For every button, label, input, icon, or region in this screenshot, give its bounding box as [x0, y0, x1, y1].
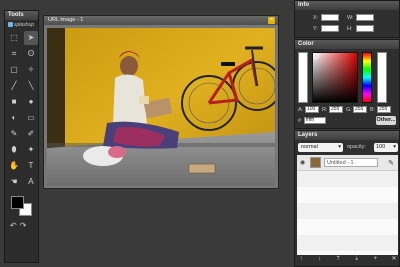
add-layer-icon[interactable]: +	[371, 255, 379, 263]
layer-list: ◉ Untitled - 1 ✎	[297, 155, 398, 255]
sharpen-icon[interactable]: T	[24, 159, 38, 173]
red-label: R:	[322, 107, 328, 113]
saturation-value-picker[interactable]	[312, 52, 358, 103]
brush-icon[interactable]: ◐	[7, 111, 21, 125]
picker-cursor-icon	[313, 53, 319, 59]
color-panel: Color A: 100 R: 255 G: 255 B: 255 # ffff…	[294, 39, 400, 129]
dropper-icon[interactable]: ✎	[7, 127, 21, 141]
layer-name-field[interactable]: Untitled - 1	[324, 158, 378, 167]
alpha-preview[interactable]	[377, 52, 387, 103]
h-label: H:	[347, 26, 353, 32]
brush-icon: ✎	[388, 160, 394, 167]
alpha-label: A:	[298, 107, 304, 113]
line-icon[interactable]: ╲	[24, 79, 38, 93]
green-label: G:	[346, 107, 352, 113]
foreground-color-swatch[interactable]	[11, 196, 24, 209]
smudge-icon[interactable]: ✋	[7, 159, 21, 173]
image-canvas[interactable]	[47, 28, 275, 186]
lasso-icon[interactable]: ʘ	[24, 47, 38, 61]
blue-label: B:	[370, 107, 376, 113]
layer-row[interactable]: ◉ Untitled - 1 ✎	[297, 155, 398, 171]
blur-icon[interactable]: ✦	[24, 143, 38, 157]
chevron-down-icon: ▾	[338, 144, 341, 150]
undo-icon[interactable]: ↶	[10, 221, 17, 230]
image-window-titlebar[interactable]: URL image - 1 ×	[44, 16, 278, 25]
move-layer-up-icon[interactable]: ↑	[297, 255, 305, 263]
move-icon[interactable]: ➤	[24, 31, 38, 45]
layer-top-icon[interactable]: ⇡	[334, 255, 342, 263]
x-label: X:	[313, 15, 319, 21]
delete-layer-icon[interactable]: ✕	[390, 255, 398, 263]
opacity-value: 100	[376, 144, 386, 150]
current-color-preview	[298, 52, 308, 103]
hex-label: #	[298, 118, 302, 124]
color-swatches	[7, 194, 36, 218]
crop-icon[interactable]: ⌗	[7, 47, 21, 61]
text-icon[interactable]: Ａ	[24, 175, 38, 189]
pencil-icon[interactable]: ╱	[7, 79, 21, 93]
layer-buttons: ↑ ↓ ⇡ ⇣ + ✕	[297, 255, 398, 264]
w-value	[356, 14, 374, 21]
layers-panel: Layers normal ▾ opacity: 100 ▾ ◉ Untitle…	[294, 130, 400, 267]
logo-text: splashup	[14, 22, 35, 28]
logo-icon	[8, 22, 13, 28]
move-layer-down-icon[interactable]: ↓	[316, 255, 324, 263]
redo-icon[interactable]: ↷	[20, 221, 27, 230]
chevron-down-icon: ▾	[393, 144, 396, 150]
image-window-title: URL image - 1	[48, 17, 84, 23]
h-value	[356, 25, 374, 32]
w-label: W:	[347, 15, 354, 21]
marquee-icon[interactable]: ▢	[7, 63, 21, 77]
eye-icon[interactable]: ◉	[300, 159, 305, 166]
blend-mode-select[interactable]: normal ▾	[298, 143, 343, 152]
splashup-logo: splashup	[5, 20, 38, 30]
fill-icon[interactable]: ⬮	[7, 143, 21, 157]
green-input[interactable]: 255	[353, 106, 367, 113]
eraser-icon[interactable]: ▭	[24, 111, 38, 125]
opacity-select[interactable]: 100 ▾	[374, 143, 398, 152]
y-value	[321, 25, 339, 32]
blue-input[interactable]: 255	[377, 106, 391, 113]
rectangle-icon[interactable]: ■	[7, 95, 21, 109]
tool-grid: ⬚ ➤ ⌗ ʘ ▢ ✧ ╱ ╲ ■ ● ◐ ▭ ✎ ✐ ⬮ ✦ ✋ T ☚ Ａ	[5, 30, 38, 190]
clone-icon[interactable]: ✐	[24, 127, 38, 141]
opacity-label: opacity:	[347, 144, 366, 150]
y-label: Y:	[313, 26, 318, 32]
street-photo	[47, 28, 275, 186]
tools-panel: Tools splashup ⬚ ➤ ⌗ ʘ ▢ ✧ ╱ ╲ ■ ● ◐ ▭ ✎ ✐ ⬮ ✦ ✋ T ☚ Ａ ↶ ↷	[4, 10, 39, 263]
layer-thumbnail	[310, 157, 321, 168]
close-icon[interactable]: ×	[268, 17, 275, 24]
ellipse-icon[interactable]: ●	[24, 95, 38, 109]
selection-icon[interactable]: ⬚	[7, 31, 21, 45]
hand-icon[interactable]: ☚	[7, 175, 21, 189]
other-colors-button[interactable]: Other...	[376, 116, 396, 125]
x-value	[321, 14, 339, 21]
alpha-input[interactable]: 100	[305, 106, 319, 113]
magic-wand-icon[interactable]: ✧	[24, 63, 38, 77]
layer-bottom-icon[interactable]: ⇣	[353, 255, 361, 263]
blend-mode-value: normal	[301, 144, 318, 150]
info-panel: Info X: Y: W: H:	[294, 0, 400, 38]
hue-slider[interactable]	[362, 52, 372, 103]
info-panel-title: Info	[295, 1, 399, 10]
hex-input[interactable]: ffffff	[304, 117, 326, 124]
red-input[interactable]: 255	[329, 106, 343, 113]
color-panel-title: Color	[295, 40, 399, 49]
history-controls: ↶ ↷	[5, 221, 38, 230]
image-window: URL image - 1 ×	[43, 15, 279, 189]
layers-panel-title: Layers	[295, 131, 399, 140]
tools-panel-title: Tools	[5, 11, 38, 20]
